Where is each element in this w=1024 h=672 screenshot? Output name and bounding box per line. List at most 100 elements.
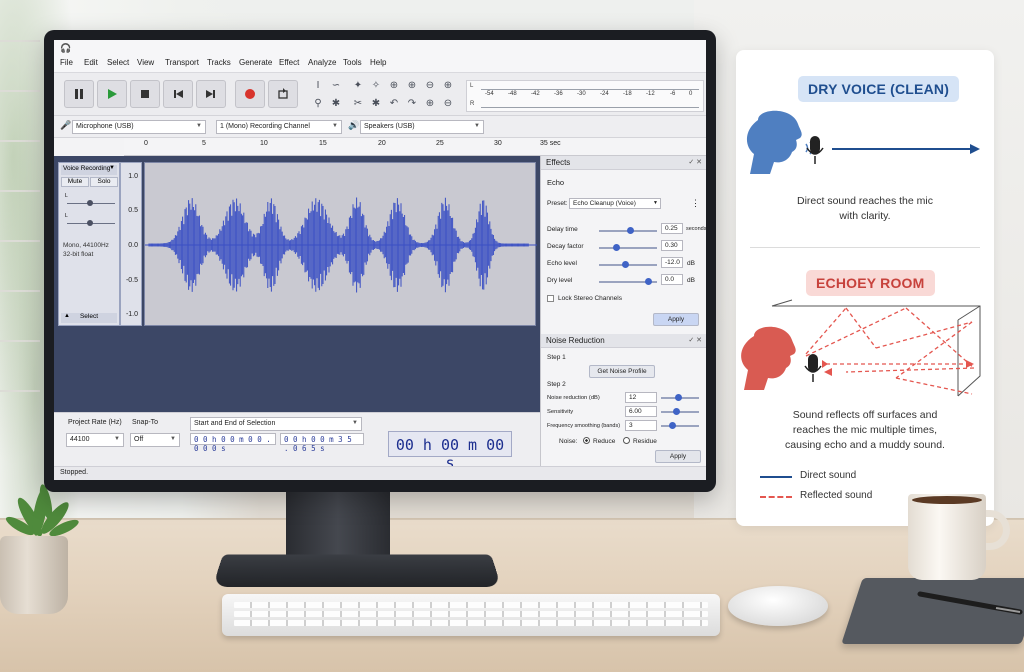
zoom-out-icon[interactable]: ⊖ <box>440 95 456 111</box>
trim-icon[interactable]: ✦ <box>350 77 366 93</box>
menu-analyze[interactable]: Analyze <box>308 58 336 67</box>
menu-view[interactable]: View <box>137 58 154 67</box>
track-control-panel: Voice Recording ▼ Mute Solo L L Mono, 44… <box>58 162 120 326</box>
sensitivity-field[interactable]: 6.00 <box>625 406 657 417</box>
slider-knob[interactable] <box>644 278 652 285</box>
selection-end-field[interactable]: 0 0 h 0 0 m 3 5 . 0 6 5 s <box>280 433 364 453</box>
loop-button[interactable] <box>268 80 298 108</box>
menu-file[interactable]: File <box>60 58 73 67</box>
slider-knob[interactable] <box>674 394 682 401</box>
skip-start-button[interactable] <box>163 80 193 108</box>
track-select-button[interactable]: ▲ Select <box>61 313 117 323</box>
envelope-tool-icon[interactable]: ∽ <box>328 77 344 93</box>
slider-knob[interactable] <box>672 408 680 415</box>
selection-start-field[interactable]: 0 0 h 0 0 m 0 0 . 0 0 0 s <box>190 433 276 453</box>
gain-slider-knob[interactable] <box>87 200 93 206</box>
slider-knob[interactable] <box>668 422 676 429</box>
skip-end-button[interactable] <box>196 80 226 108</box>
blind-slat <box>0 40 40 42</box>
timeline-ruler[interactable]: 0 5 10 15 20 25 30 35 sec <box>124 138 706 156</box>
zoom-in-icon[interactable]: ⊕ <box>422 95 438 111</box>
dry-level-field[interactable]: 0.0 <box>661 274 683 285</box>
headphones-icon: 🎧 <box>60 43 72 53</box>
snap-to-select[interactable]: Off ▼ <box>130 433 180 447</box>
more-options-icon[interactable]: ⋮ <box>691 198 700 209</box>
echo-level-field[interactable]: -12.0 <box>661 257 683 268</box>
gain-slider[interactable] <box>67 200 115 206</box>
menu-tracks[interactable]: Tracks <box>207 58 231 67</box>
effects-apply-button[interactable]: Apply <box>653 313 699 326</box>
menu-transport[interactable]: Transport <box>165 58 199 67</box>
input-device-select[interactable]: Microphone (USB) ▼ <box>72 120 206 134</box>
draw-tool-icon[interactable]: ✱ <box>368 95 384 111</box>
selection-tool-icon[interactable]: I <box>310 77 326 93</box>
frequency-smoothing-field[interactable]: 3 <box>625 420 657 431</box>
echo-text-line: Sound reflects off surfaces and <box>792 409 938 421</box>
arrow-head-icon <box>822 360 828 368</box>
play-button[interactable] <box>97 80 127 108</box>
menu-tools[interactable]: Tools <box>343 58 362 67</box>
selection-mode-select[interactable]: Start and End of Selection ▼ <box>190 417 362 431</box>
collapse-icon: ▲ <box>64 313 70 319</box>
ruler-tick: 0 <box>144 140 148 147</box>
menu-generate[interactable]: Generate <box>239 58 272 67</box>
panel-close-icon[interactable]: ✓ ✕ <box>688 336 702 344</box>
zoom-in-icon[interactable]: ⊕ <box>386 77 402 93</box>
output-device-select[interactable]: Speakers (USB) ▼ <box>360 120 484 134</box>
redo-icon[interactable]: ↷ <box>404 95 420 111</box>
zoom-out-icon[interactable]: ⊖ <box>422 77 438 93</box>
track-bit-depth: 32-bit float <box>63 251 94 258</box>
echo-level-slider[interactable] <box>599 261 657 268</box>
echo-level-unit: dB <box>687 260 695 267</box>
pan-slider[interactable] <box>67 220 115 226</box>
noise-reduction-slider[interactable] <box>661 394 699 401</box>
mute-button[interactable]: Mute <box>61 177 89 187</box>
slider-knob[interactable] <box>612 244 620 251</box>
fit-selection-icon[interactable]: ⊕ <box>440 77 456 93</box>
slider-knob[interactable] <box>627 227 635 234</box>
cut-icon[interactable]: ✂ <box>350 95 366 111</box>
waveform-display[interactable] <box>144 162 537 326</box>
menu-select[interactable]: Select <box>107 58 129 67</box>
slider-knob[interactable] <box>621 261 629 268</box>
preset-select[interactable]: Echo Cleanup (Voice) ▼ <box>569 198 661 209</box>
noise-apply-button[interactable]: Apply <box>655 450 701 463</box>
get-noise-profile-button[interactable]: Get Noise Profile <box>589 365 655 378</box>
zoom-in-icon[interactable]: ⊕ <box>404 77 420 93</box>
menu-help[interactable]: Help <box>370 58 386 67</box>
waveform <box>145 197 537 293</box>
pan-slider-knob[interactable] <box>87 220 93 226</box>
level-meter[interactable]: L R -54 -48 -42 -36 -30 -24 -18 -12 -6 0 <box>466 80 704 112</box>
dry-level-slider[interactable] <box>599 278 657 285</box>
project-rate-select[interactable]: 44100 ▼ <box>66 433 124 447</box>
panel-close-icon[interactable]: ✓ ✕ <box>688 158 702 166</box>
monitor: 🎧 File Edit Select View Transport Tracks… <box>44 30 716 492</box>
gain-minus-label: L <box>65 193 68 199</box>
silence-icon[interactable]: ✧ <box>368 77 384 93</box>
frequency-smoothing-slider[interactable] <box>661 422 699 429</box>
lock-stereo-checkbox[interactable] <box>547 295 554 302</box>
track-select-label: Select <box>79 313 99 320</box>
stop-button[interactable] <box>130 80 160 108</box>
menu-edit[interactable]: Edit <box>84 58 98 67</box>
channels-select[interactable]: 1 (Mono) Recording Channel ▼ <box>216 120 342 134</box>
delay-time-field[interactable]: 0.25 <box>661 223 683 234</box>
record-button[interactable] <box>235 80 265 108</box>
residue-radio[interactable] <box>623 437 630 444</box>
noise-reduction-field[interactable]: 12 <box>625 392 657 403</box>
undo-icon[interactable]: ↶ <box>386 95 402 111</box>
zoom-tool-icon[interactable]: ⚲ <box>310 95 326 111</box>
sensitivity-slider[interactable] <box>661 408 699 415</box>
pause-button[interactable] <box>64 80 94 108</box>
decay-factor-slider[interactable] <box>599 244 657 251</box>
solo-button[interactable]: Solo <box>90 177 118 187</box>
multi-tool-icon[interactable]: ✱ <box>328 95 344 111</box>
playback-position-display[interactable]: 00 h 00 m 00 s <box>388 431 512 472</box>
delay-time-slider[interactable] <box>599 227 657 234</box>
menu-effect[interactable]: Effect <box>279 58 299 67</box>
blind-slat <box>0 390 40 392</box>
decay-factor-field[interactable]: 0.30 <box>661 240 683 251</box>
channels-value: 1 (Mono) Recording Channel <box>220 123 310 130</box>
track-name-menu[interactable]: Voice Recording ▼ <box>61 165 117 175</box>
reduce-radio[interactable] <box>583 437 590 444</box>
